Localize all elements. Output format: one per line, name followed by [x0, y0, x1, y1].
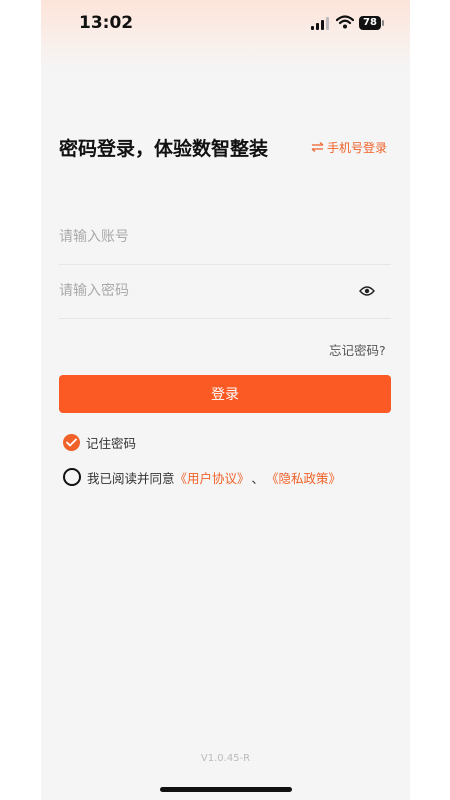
status-time: 13:02	[79, 13, 134, 33]
agree-checkbox[interactable]	[63, 468, 81, 486]
remember-password-row[interactable]: 记住密码	[63, 432, 136, 452]
remember-checkbox[interactable]	[63, 433, 80, 451]
forgot-password-link[interactable]: 忘记密码?	[329, 340, 386, 359]
login-screen: 13:02 78 密码登录，体验数智整装 手机号登录 请输入账号 忘记密码? 登…	[41, 0, 410, 800]
battery-icon: 78	[359, 16, 385, 30]
checkmark-icon	[66, 438, 77, 446]
eye-icon[interactable]	[359, 284, 375, 298]
account-input[interactable]	[59, 210, 349, 264]
password-field	[59, 264, 391, 319]
user-agreement-link[interactable]: 《用户协议》	[175, 468, 250, 487]
agreement-separator: 、	[251, 470, 265, 486]
app-version: V1.0.45-R	[200, 753, 251, 764]
battery-tip	[382, 20, 384, 26]
signal-icon	[311, 17, 329, 30]
wifi-icon	[336, 15, 354, 29]
password-input[interactable]	[59, 264, 349, 318]
agree-prefix: 我已阅读并同意	[87, 470, 175, 486]
status-bar: 13:02 78	[41, 0, 410, 48]
remember-label: 记住密码	[86, 435, 137, 451]
swap-arrows-icon	[311, 142, 324, 152]
privacy-policy-link[interactable]: 《隐私政策》	[266, 468, 341, 487]
home-indicator	[160, 787, 292, 792]
login-button[interactable]: 登录	[59, 375, 391, 413]
page-title: 密码登录，体验数智整装	[59, 138, 269, 160]
account-field	[59, 210, 391, 265]
agreement-row: 我已阅读并同意 《用户协议》 、 《隐私政策》	[63, 467, 341, 487]
battery-level: 78	[359, 16, 381, 30]
switch-login-label: 手机号登录	[327, 141, 388, 155]
switch-phone-login-link[interactable]: 手机号登录	[311, 139, 387, 156]
